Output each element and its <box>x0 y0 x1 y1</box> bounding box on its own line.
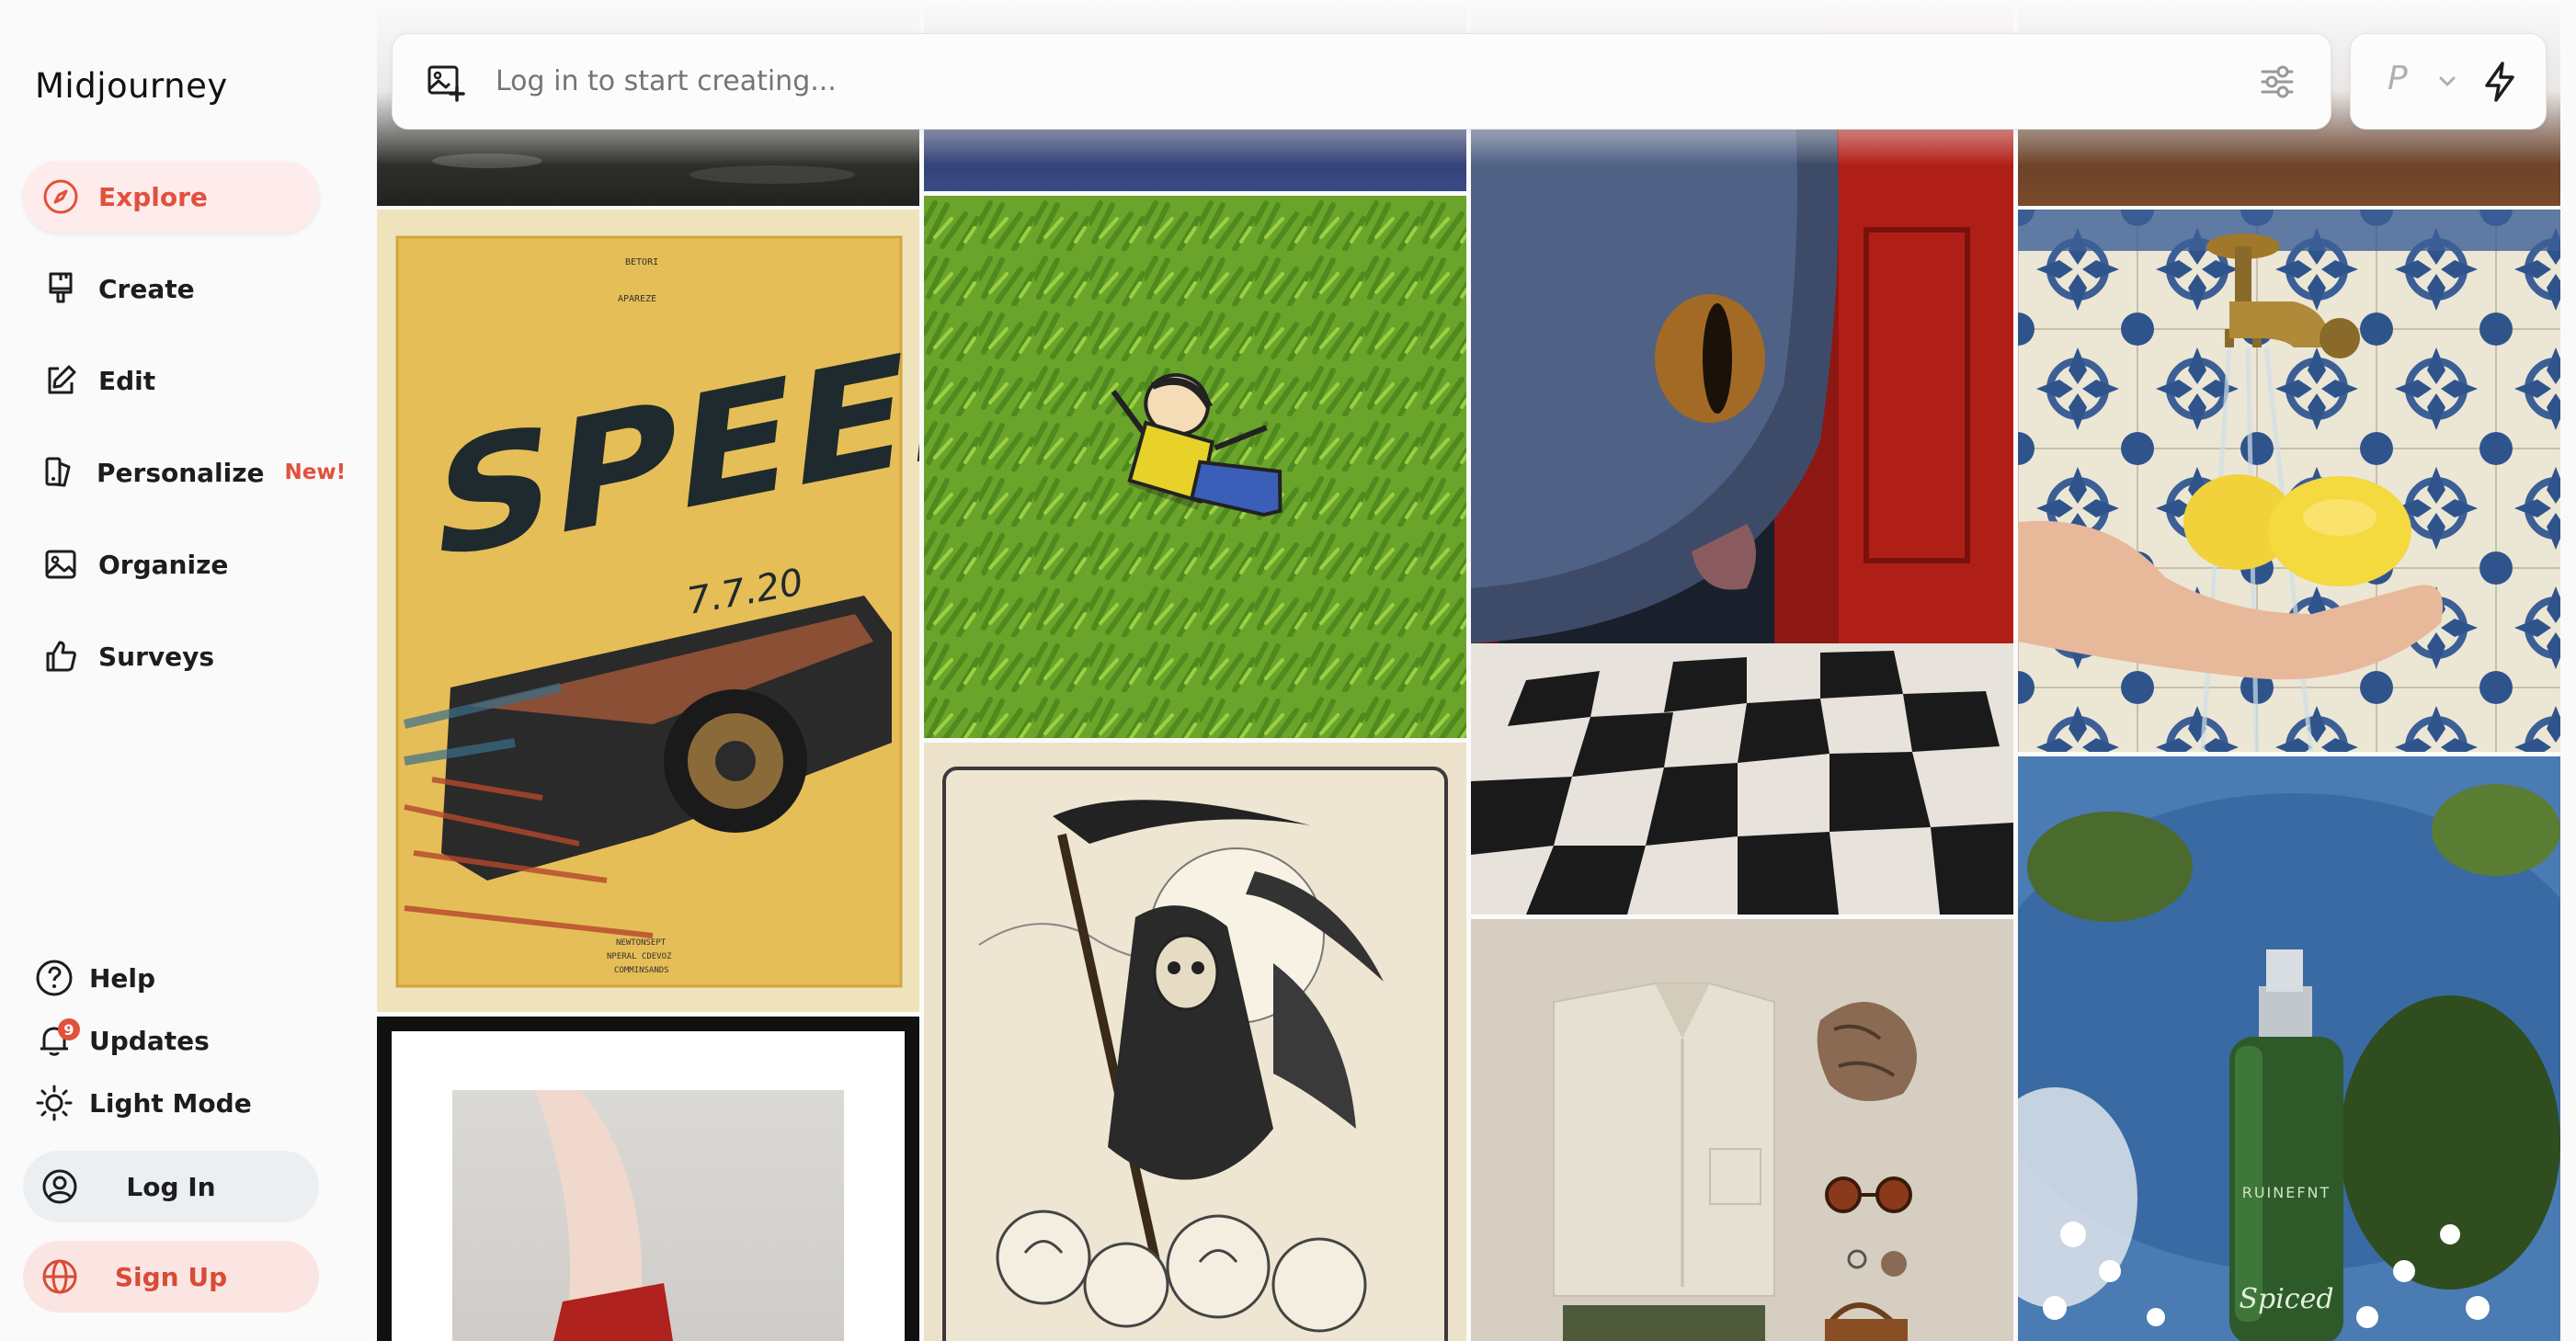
login-label: Log In <box>126 1171 216 1202</box>
chevron-down-icon[interactable] <box>2435 69 2459 93</box>
gallery-image-lemons-tap[interactable] <box>2018 210 2560 752</box>
nav-item-explore[interactable]: Explore <box>23 161 319 233</box>
mode-controls: P <box>2350 33 2547 130</box>
nav-item-surveys[interactable]: Surveys <box>23 620 319 692</box>
help-icon <box>34 958 74 998</box>
nav-item-label: Surveys <box>98 641 215 672</box>
signup-button[interactable]: Sign Up <box>23 1241 319 1313</box>
updates-count-badge: 9 <box>58 1018 80 1040</box>
sidebar: Midjourney Explore Create Edit Personali… <box>0 0 372 1341</box>
lightning-icon[interactable] <box>2479 60 2520 104</box>
gallery-image-spiced-serum[interactable]: RUINEFNT Spiced <box>2018 756 2560 1341</box>
prompt-bar[interactable] <box>392 33 2331 130</box>
gallery-image-speed-poster[interactable]: BETORI APAREZE SPEED 7.7.20 NEWTONSEPT N… <box>377 210 919 1012</box>
brush-icon <box>41 269 80 308</box>
nav-item-personalize[interactable]: Personalize New! <box>23 437 346 508</box>
app-logo[interactable]: Midjourney <box>35 66 228 106</box>
updates-label: Updates <box>89 1025 210 1056</box>
compass-icon <box>41 177 80 216</box>
gallery-image-flatlay-clothes[interactable] <box>1471 919 2013 1341</box>
explore-gallery: BETORI APAREZE SPEED 7.7.20 NEWTONSEPT N… <box>377 0 2576 1341</box>
settings-sliders-icon[interactable] <box>2257 62 2297 102</box>
help-label: Help <box>89 962 156 994</box>
gallery-image-grim-reaper[interactable] <box>924 743 1466 1341</box>
nav-item-create[interactable]: Create <box>23 253 319 324</box>
svg-text:COMMINSANDS: COMMINSANDS <box>614 966 669 975</box>
sun-icon <box>34 1083 74 1123</box>
prompt-input[interactable] <box>494 64 2152 98</box>
sidebar-footer: Help 9 Updates Light Mode Log In Sign Up <box>23 947 319 1313</box>
svg-text:BETORI: BETORI <box>625 257 658 267</box>
login-button[interactable]: Log In <box>23 1151 319 1222</box>
light-mode-label: Light Mode <box>89 1087 252 1119</box>
personalization-version-select[interactable]: P <box>2388 60 2408 97</box>
svg-text:NEWTONSEPT: NEWTONSEPT <box>616 938 667 948</box>
gallery-image-framed-heel[interactable] <box>377 1017 919 1341</box>
signup-label: Sign Up <box>114 1261 228 1292</box>
gallery-image-boy-in-grass[interactable] <box>924 196 1466 738</box>
bell-icon: 9 <box>34 1018 80 1061</box>
main-nav: Explore Create Edit Personalize New! Org… <box>23 161 346 712</box>
nav-item-label: Create <box>98 273 195 304</box>
light-mode-toggle[interactable]: Light Mode <box>23 1072 319 1134</box>
nav-item-label: Personalize <box>97 457 265 488</box>
nav-item-edit[interactable]: Edit <box>23 345 319 416</box>
nav-item-organize[interactable]: Organize <box>23 528 319 600</box>
edit-icon <box>41 361 80 400</box>
serum-name-label: Spiced <box>2239 1283 2333 1315</box>
nav-item-label: Organize <box>98 549 229 580</box>
nav-item-label: Edit <box>98 365 156 396</box>
svg-text:NPERAL CDEVOZ: NPERAL CDEVOZ <box>607 952 672 961</box>
thumbs-up-icon <box>41 637 80 676</box>
nav-item-label: Explore <box>98 181 208 212</box>
help-link[interactable]: Help <box>23 947 319 1009</box>
new-badge: New! <box>284 460 347 484</box>
add-image-icon[interactable] <box>426 62 466 102</box>
svg-text:APAREZE: APAREZE <box>618 294 656 304</box>
serum-brand-label: RUINEFNT <box>2242 1184 2331 1201</box>
updates-link[interactable]: 9 Updates <box>23 1009 319 1072</box>
image-icon <box>41 545 80 584</box>
personalize-icon <box>41 453 78 492</box>
